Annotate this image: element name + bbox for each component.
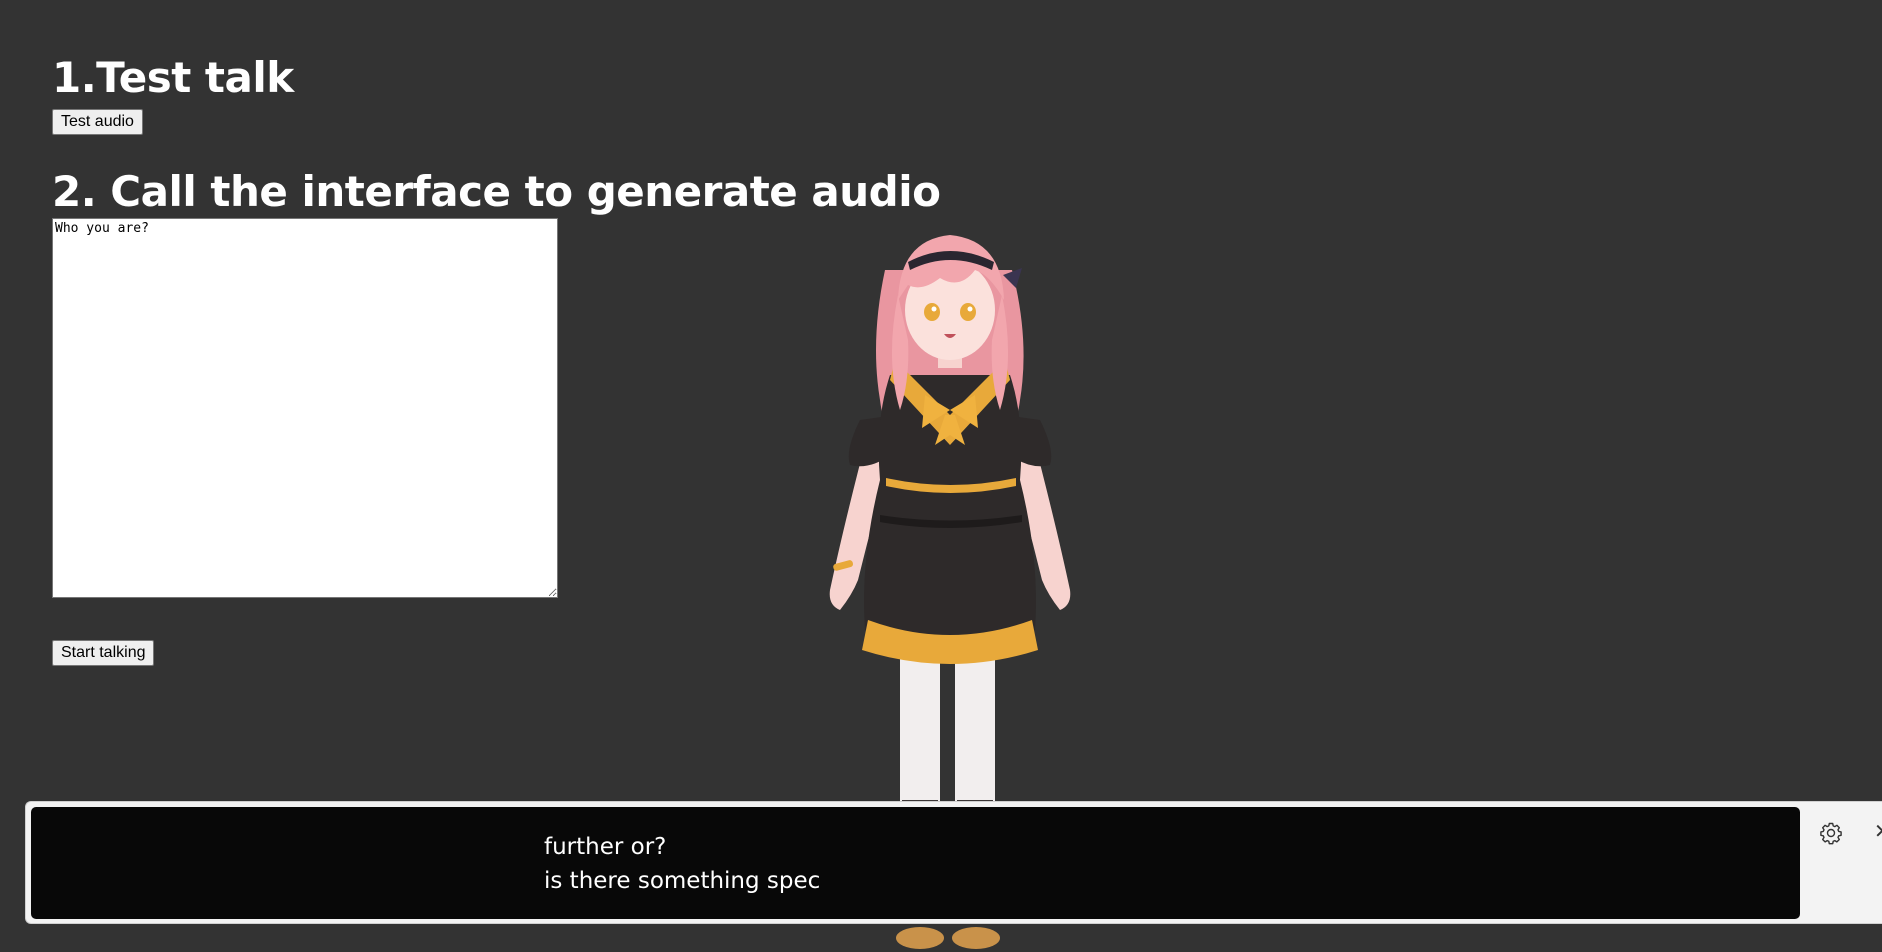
section-1-heading: 1.Test talk <box>52 53 294 102</box>
caption-line-2: is there something spec <box>544 868 821 894</box>
test-audio-button[interactable]: Test audio <box>52 109 143 135</box>
start-talking-button[interactable]: Start talking <box>52 640 155 666</box>
caption-line-1: further or? <box>544 834 667 860</box>
gear-icon[interactable] <box>1819 821 1843 845</box>
close-icon[interactable]: ✕ <box>1874 818 1882 844</box>
talk-text-input[interactable] <box>52 218 558 598</box>
caption-box <box>31 807 1800 919</box>
